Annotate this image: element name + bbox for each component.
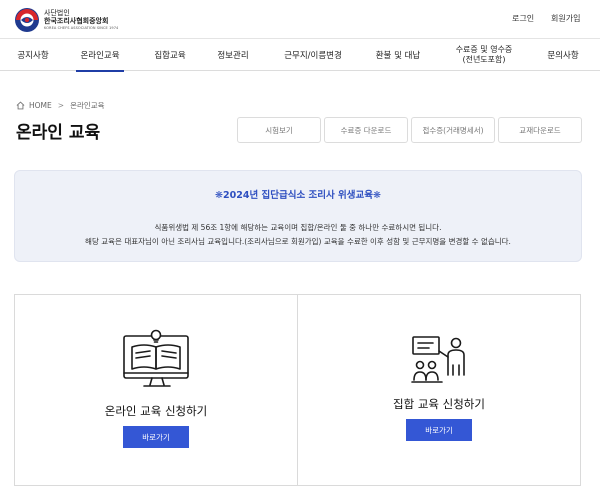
breadcrumb: HOME > 온라인교육 bbox=[16, 100, 105, 110]
logo-line1: 사단법인 bbox=[44, 8, 70, 17]
breadcrumb-separator: > bbox=[57, 100, 65, 110]
top-header: 사단법인 한국조리사협회중앙회 KOREA CHEFS ASSOCIATION … bbox=[0, 0, 600, 38]
nav-item-workplace-name-change[interactable]: 근무지/이름변경 bbox=[280, 39, 346, 71]
nav-item-certificate-receipt[interactable]: 수료증 및 영수증 (전년도포함) bbox=[448, 39, 520, 71]
online-education-go-button[interactable]: 바로가기 bbox=[123, 426, 189, 448]
nav-item-inquiry[interactable]: 문의사항 bbox=[544, 39, 582, 71]
notice-line-1: 식품위생법 제 56조 1항에 해당하는 교육이며 집합/온라인 둘 중 하나만… bbox=[154, 223, 442, 232]
nav-item-group-education[interactable]: 집합교육 bbox=[150, 39, 190, 71]
join-link[interactable]: 회원가입 bbox=[551, 13, 580, 24]
main-navigation: 공지사항 온라인교육 집합교육 정보관리 근무지/이름변경 환불 및 대납 수료… bbox=[0, 38, 600, 72]
online-lecture-icon bbox=[123, 329, 189, 387]
notice-line-2: 해당 교육은 대표자님이 아닌 조리사님 교육입니다.(조리사님으로 회원가입)… bbox=[85, 237, 511, 246]
logo-line2: 한국조리사협회중앙회 bbox=[44, 16, 109, 25]
page-title: 온라인 교육 bbox=[16, 123, 101, 143]
group-education-title: 집합 교육 신청하기 bbox=[393, 397, 485, 411]
home-icon bbox=[16, 100, 25, 109]
nav-item-info-management[interactable]: 정보관리 bbox=[212, 39, 254, 71]
textbook-download-button[interactable]: 교재다운로드 bbox=[498, 117, 582, 143]
nav-item-notice[interactable]: 공지사항 bbox=[8, 39, 58, 71]
notice-box: ❋2024년 집단급식소 조리사 위생교육❋ 식품위생법 제 56조 1항에 해… bbox=[14, 170, 582, 262]
online-education-card: 온라인 교육 신청하기 바로가기 bbox=[15, 295, 298, 485]
association-emblem-icon bbox=[15, 8, 39, 32]
classroom-lecture-icon bbox=[411, 336, 465, 383]
nav-item-online-education[interactable]: 온라인교육 bbox=[76, 39, 124, 72]
group-education-go-button[interactable]: 바로가기 bbox=[406, 419, 472, 441]
take-exam-button[interactable]: 시험보기 bbox=[237, 117, 321, 143]
site-logo[interactable]: 사단법인 한국조리사협회중앙회 KOREA CHEFS ASSOCIATION … bbox=[14, 6, 124, 34]
nav-item-refund[interactable]: 환불 및 대납 bbox=[370, 39, 426, 71]
login-link[interactable]: 로그인 bbox=[512, 13, 534, 24]
breadcrumb-current: 온라인교육 bbox=[70, 100, 105, 110]
education-cards: 온라인 교육 신청하기 바로가기 집합 교육 신청하기 바로가기 bbox=[14, 294, 581, 486]
logo-line3: KOREA CHEFS ASSOCIATION SINCE 1974 bbox=[44, 25, 119, 30]
breadcrumb-home[interactable]: HOME bbox=[29, 101, 52, 110]
receipt-statement-button[interactable]: 접수증(거래명세서) bbox=[411, 117, 495, 143]
notice-title: ❋2024년 집단급식소 조리사 위생교육❋ bbox=[215, 190, 381, 201]
group-education-card: 집합 교육 신청하기 바로가기 bbox=[298, 295, 580, 485]
certificate-download-button[interactable]: 수료증 다운로드 bbox=[324, 117, 408, 143]
online-education-title: 온라인 교육 신청하기 bbox=[104, 404, 208, 418]
